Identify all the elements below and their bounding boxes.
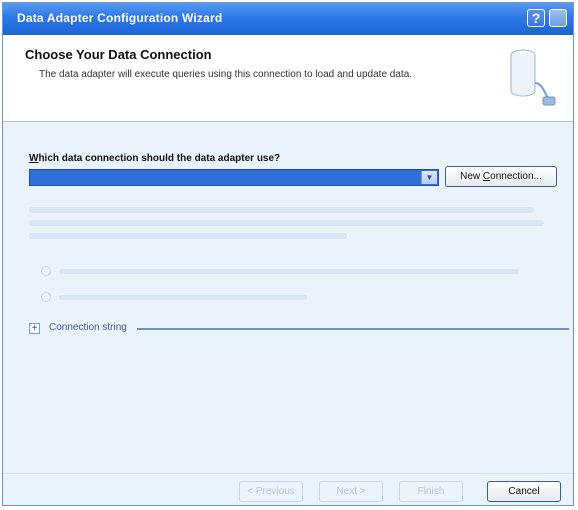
connection-question: Which data connection should the data ad…	[29, 153, 280, 164]
radio-label	[59, 269, 519, 274]
expand-plus-icon[interactable]: +	[29, 323, 40, 334]
new-connection-label-start: New	[460, 171, 483, 182]
expander-divider	[137, 328, 569, 330]
notice-line	[29, 233, 347, 239]
footer-divider	[3, 473, 573, 474]
previous-button[interactable]: < Previous	[239, 481, 303, 502]
radio-include-sensitive[interactable]	[41, 265, 521, 279]
page-description: The data adapter will execute queries us…	[39, 69, 413, 80]
title-bar[interactable]: Data Adapter Configuration Wizard ?	[3, 3, 573, 36]
expander-label: Connection string	[49, 322, 127, 333]
notice-line	[29, 207, 534, 213]
new-connection-label-rest: onnection...	[490, 171, 542, 182]
connection-question-text: hich data connection should the data ada…	[38, 153, 281, 164]
database-connection-icon	[510, 49, 556, 106]
header-panel: Choose Your Data Connection The data ada…	[3, 35, 573, 122]
close-icon[interactable]	[549, 9, 567, 27]
next-button[interactable]: Next >	[319, 481, 383, 502]
notice-line	[29, 220, 544, 226]
dropdown-arrow-icon[interactable]: ▼	[421, 171, 437, 184]
connection-select[interactable]: ▼	[29, 169, 439, 186]
connection-string-expander[interactable]: + Connection string	[29, 321, 569, 337]
help-icon[interactable]: ?	[527, 9, 545, 27]
cancel-button[interactable]: Cancel	[487, 481, 561, 502]
sensitive-data-notice	[29, 207, 549, 246]
window-title: Data Adapter Configuration Wizard	[17, 11, 223, 25]
radio-button[interactable]	[41, 266, 51, 276]
new-connection-button[interactable]: New Connection...	[445, 166, 557, 187]
radio-exclude-sensitive[interactable]	[41, 291, 521, 305]
page-title: Choose Your Data Connection	[25, 47, 212, 62]
radio-label	[59, 295, 307, 300]
radio-button[interactable]	[41, 292, 51, 302]
wizard-window: Data Adapter Configuration Wizard ? Choo…	[2, 2, 574, 506]
finish-button[interactable]: Finish	[399, 481, 463, 502]
